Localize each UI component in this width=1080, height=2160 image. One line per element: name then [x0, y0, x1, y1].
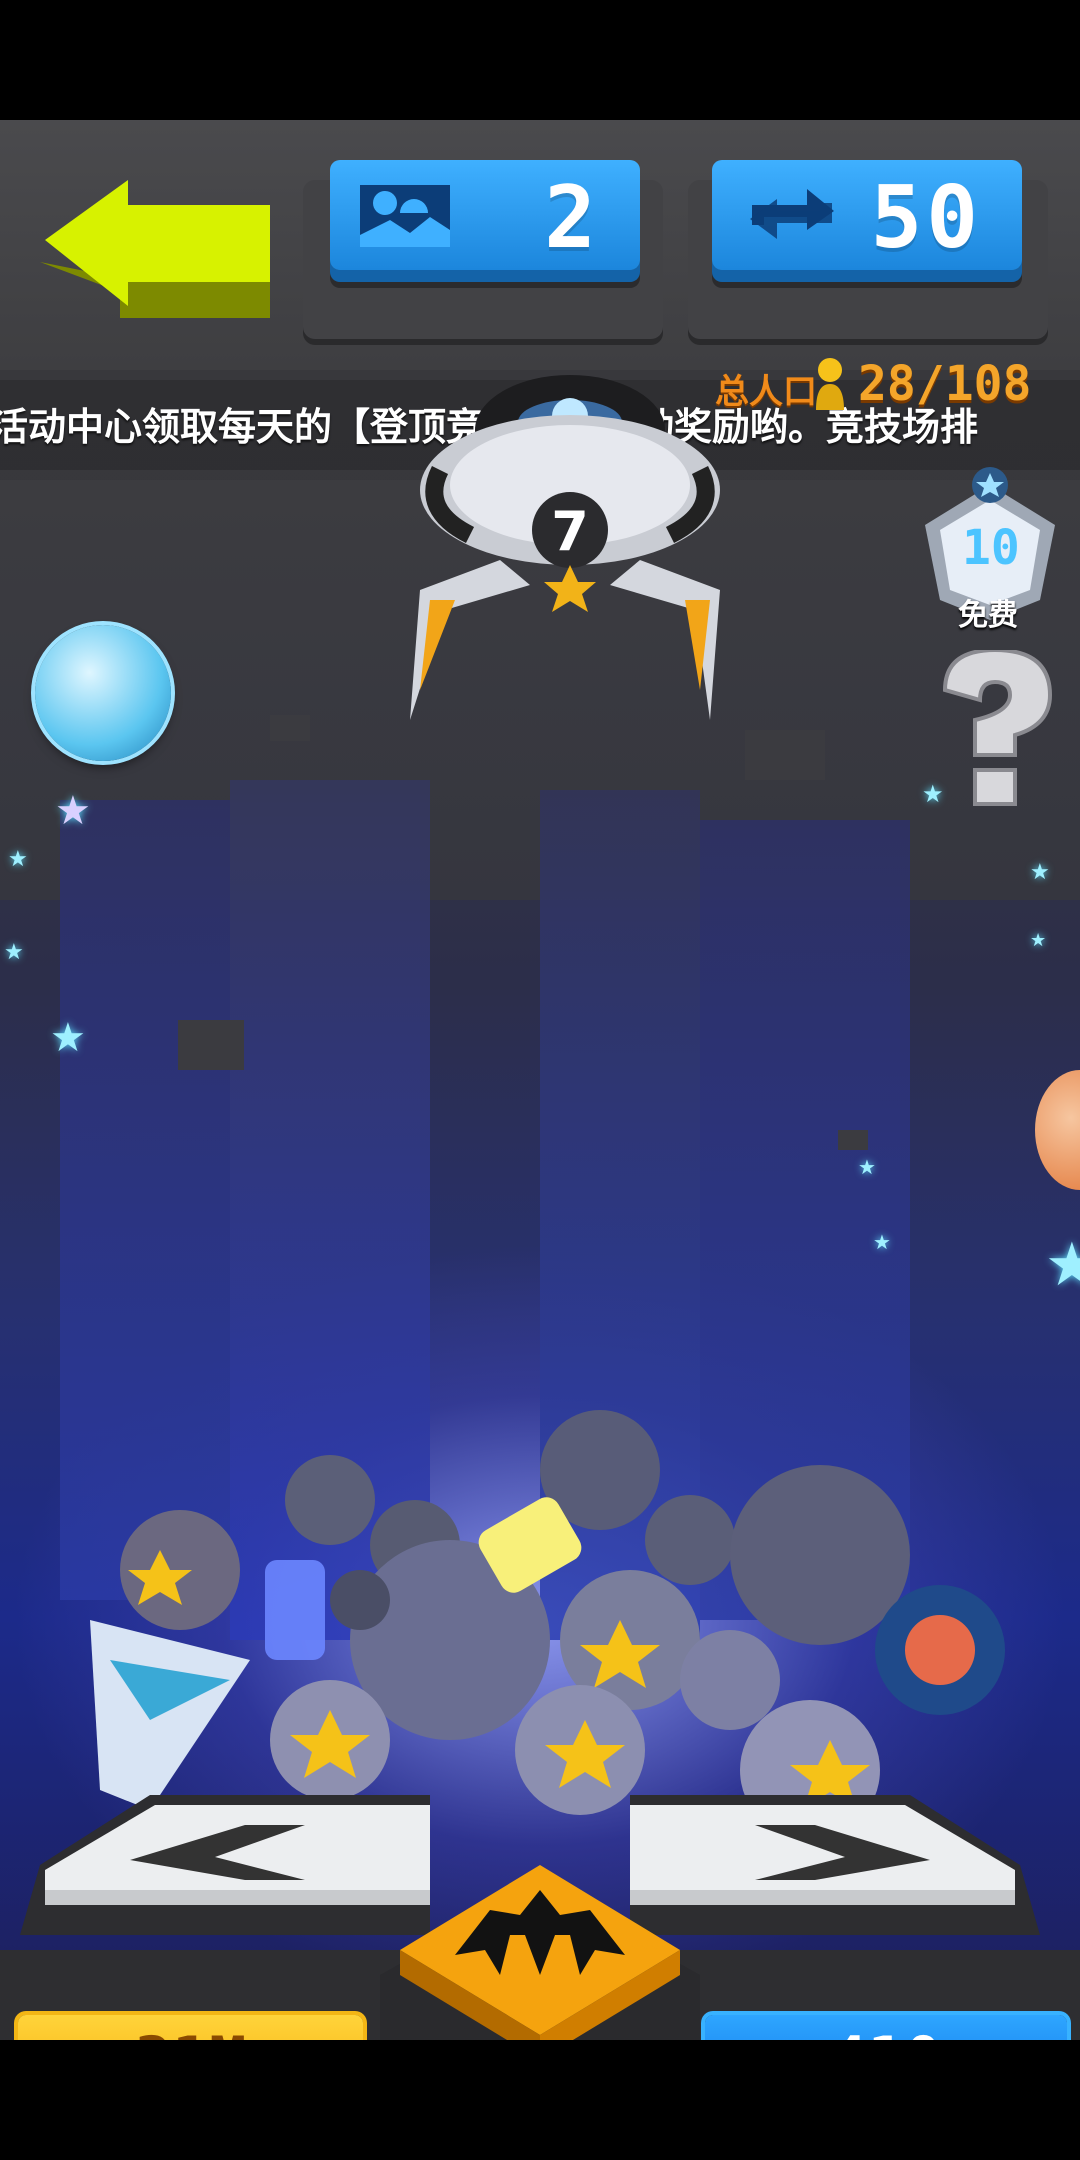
free-draw-label: 免费 — [958, 598, 1018, 633]
population-value: 28/108 — [858, 356, 1032, 412]
mountain-icon — [360, 185, 450, 247]
coin-value: 31M — [18, 2023, 363, 2040]
cube — [745, 730, 825, 780]
back-button[interactable] — [40, 180, 280, 320]
gem-value: 410 — [705, 2023, 1067, 2040]
side-menu-button[interactable] — [1035, 1070, 1080, 1190]
cube — [838, 1130, 868, 1150]
star-sparkle: ★ — [858, 1155, 876, 1179]
svg-text:7: 7 — [551, 500, 589, 563]
game-scene: 2 50 活动中心领取每天的【登顶竞技场】活动奖励哟。竞技场排 总人口 28/1… — [0, 120, 1080, 2040]
star-sparkle: ★ — [1030, 860, 1050, 885]
coin-balance: 31M — [18, 2015, 363, 2040]
star-sparkle: ★ — [55, 788, 91, 834]
avatar[interactable] — [35, 625, 171, 761]
move-left-button[interactable] — [20, 1785, 430, 1945]
person-icon — [816, 358, 844, 410]
star-sparkle: ★ — [4, 940, 24, 965]
star-sparkle: ★ — [8, 847, 28, 872]
star-sparkle: ★ — [1045, 1230, 1080, 1300]
grab-button[interactable] — [380, 1855, 700, 2040]
cube — [270, 715, 310, 741]
star-sparkle: ★ — [50, 1015, 86, 1061]
swap-value: 50 — [870, 168, 982, 268]
star-sparkle: ★ — [1030, 930, 1047, 951]
gem-balance: 410 — [705, 2015, 1067, 2040]
help-icon[interactable] — [925, 650, 1065, 810]
status-bar — [0, 0, 1080, 120]
swap-counter[interactable]: 50 — [712, 160, 1022, 270]
swap-arrows-icon — [750, 189, 834, 239]
level-counter[interactable]: 2 — [330, 160, 640, 270]
level-value: 2 — [544, 168, 600, 268]
population-label: 总人口 — [715, 372, 817, 412]
free-draw-count: 10 — [962, 520, 1020, 576]
claw-ufo: 7 — [410, 375, 720, 720]
cube — [178, 1020, 244, 1070]
star-sparkle: ★ — [873, 1230, 891, 1254]
navigation-bar — [0, 2040, 1080, 2160]
prize-pile — [90, 1410, 1005, 1840]
